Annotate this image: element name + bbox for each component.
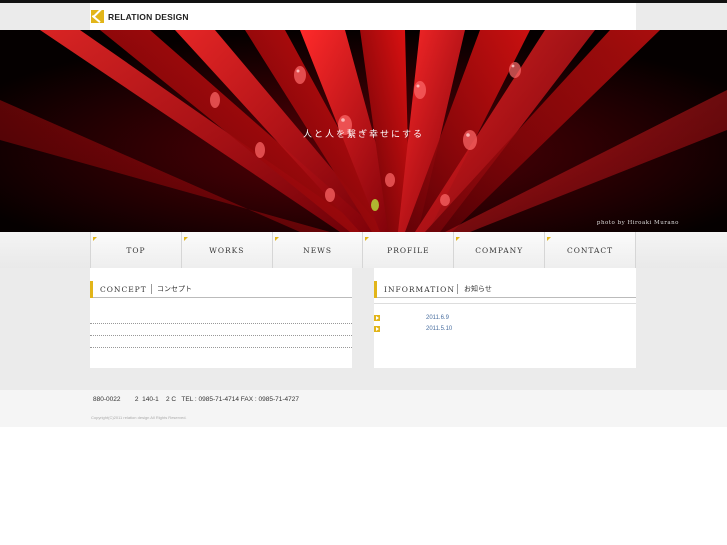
nav-item-label: WORKS [209,246,245,255]
concept-section: CONCEPT コンセプト [90,268,352,368]
concept-title-jp: コンセプト [157,285,192,293]
company-address: 880-0022 2 140-1 2 C TEL : 0985-71-4714 … [93,396,299,403]
heading-underline [374,303,636,304]
list-item[interactable]: 2011.6.9 [374,314,449,322]
nav-item-company[interactable]: COMPANY [454,232,546,268]
dotted-divider [90,347,352,348]
corner-marker-icon [93,237,97,241]
dotted-divider [90,323,352,324]
hero-image: 人と人を繋ぎ幸せにする photo by Hiroaki Murano [0,30,727,232]
nav-item-contact[interactable]: CONTACT [545,232,636,268]
corner-marker-icon [274,237,279,241]
information-section: INFORMATION お知らせ 2011.6.9 2011.5.10 [374,268,636,368]
nav-item-top[interactable]: TOP [90,232,182,268]
site-header: RELATION DESIGN [90,3,636,30]
nav-item-profile[interactable]: PROFILE [363,232,455,268]
info-date: 2011.5.10 [426,326,453,332]
nav-item-label: PROFILE [387,246,430,255]
hero-tagline: 人と人を繋ぎ幸せにする [302,130,425,140]
heading-bar [90,281,93,298]
nav-item-label: CONTACT [566,246,614,255]
nav-item-label: TOP [126,246,146,255]
list-item[interactable]: 2011.5.10 [374,325,452,333]
heading-divider [151,284,152,294]
nav-item-works[interactable]: WORKS [181,232,273,268]
logo[interactable]: RELATION DESIGN [91,10,189,23]
info-date: 2011.6.9 [426,315,449,321]
photo-credit: photo by Hiroaki Murano [596,220,679,226]
nav-item-label: COMPANY [475,246,524,255]
information-title-en: INFORMATION [384,285,455,294]
footer-band [0,368,727,390]
corner-marker-icon [183,237,188,241]
concept-title-en: CONCEPT [100,285,147,294]
nav-item-label: NEWS [303,246,333,255]
corner-marker-icon [547,237,552,241]
nav-item-news[interactable]: NEWS [272,232,364,268]
arrow-bullet-icon [374,326,380,332]
arrow-bullet-icon [374,315,380,321]
heading-divider [457,284,458,294]
corner-marker-icon [365,237,370,241]
main-nav: TOP WORKS NEWS PROFILE COMPANY CONTACT [90,232,636,268]
dotted-divider [90,335,352,336]
logo-mark-icon [91,10,104,23]
information-heading: INFORMATION お知らせ [374,281,636,298]
logo-text: RELATION DESIGN [108,11,189,22]
concept-heading: CONCEPT コンセプト [90,281,352,298]
copyright: Copyright(C)2011 relation design All Rig… [91,415,187,420]
corner-marker-icon [456,237,461,241]
heading-bar [374,281,377,298]
information-title-jp: お知らせ [464,285,492,293]
site-footer: 880-0022 2 140-1 2 C TEL : 0985-71-4714 … [0,390,727,427]
